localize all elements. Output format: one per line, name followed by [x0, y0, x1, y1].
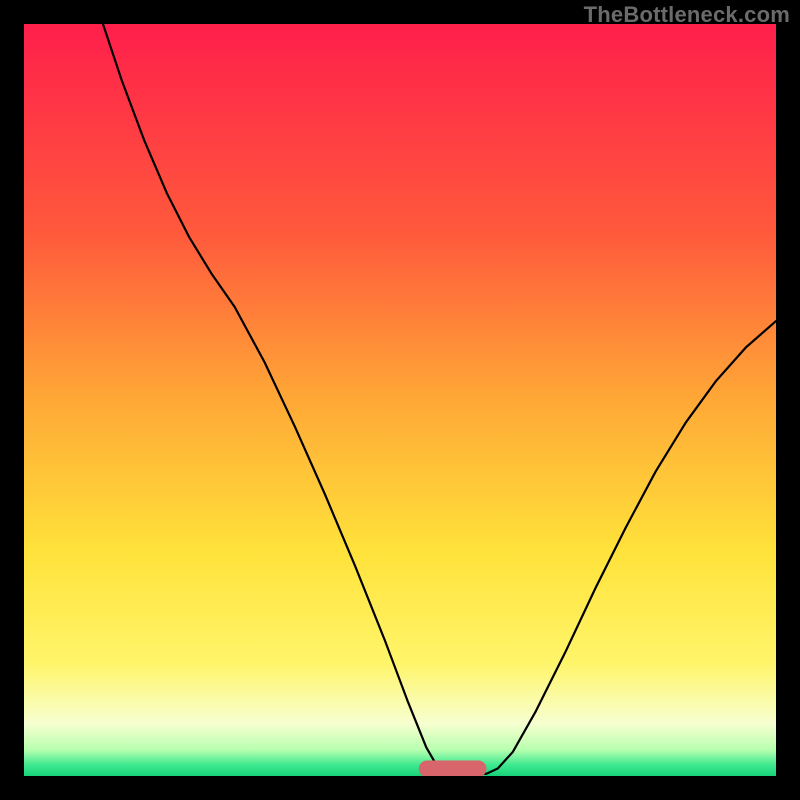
bottleneck-chart — [0, 0, 800, 800]
plot-background — [24, 24, 776, 776]
chart-frame: TheBottleneck.com — [0, 0, 800, 800]
watermark-text: TheBottleneck.com — [584, 2, 790, 28]
optimum-marker — [419, 760, 487, 777]
